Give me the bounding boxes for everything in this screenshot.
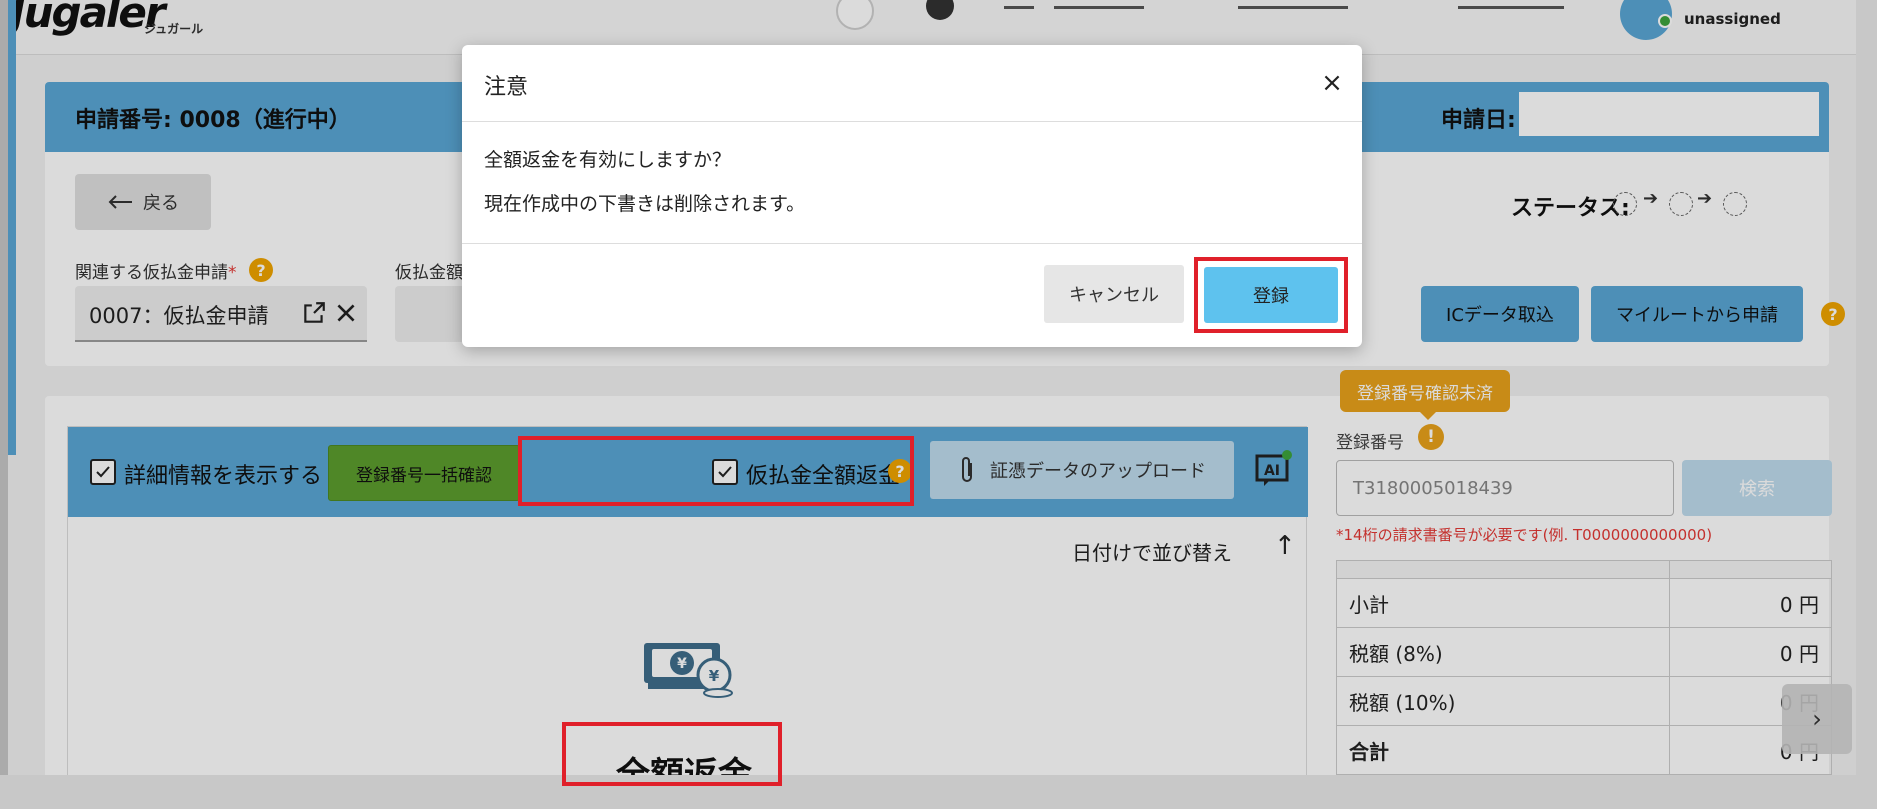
divider: [462, 121, 1362, 122]
window-edge: [1856, 0, 1877, 809]
dialog-title: 注意: [484, 75, 529, 100]
dialog-message-line-1: 全額返金を有効にしますか？: [484, 149, 732, 171]
window-edge: [0, 775, 1877, 809]
highlight-box: [562, 722, 782, 786]
dialog-message-line-2: 現在作成中の下書きは削除されます。: [484, 193, 806, 215]
divider: [462, 243, 1362, 244]
confirm-dialog: 注意 × 全額返金を有効にしますか？ 現在作成中の下書きは削除されます。 キャン…: [462, 45, 1362, 347]
cancel-button[interactable]: キャンセル: [1044, 265, 1184, 323]
highlight-box: [518, 436, 914, 506]
highlight-box: [1194, 257, 1348, 333]
close-icon[interactable]: ×: [1314, 65, 1350, 101]
